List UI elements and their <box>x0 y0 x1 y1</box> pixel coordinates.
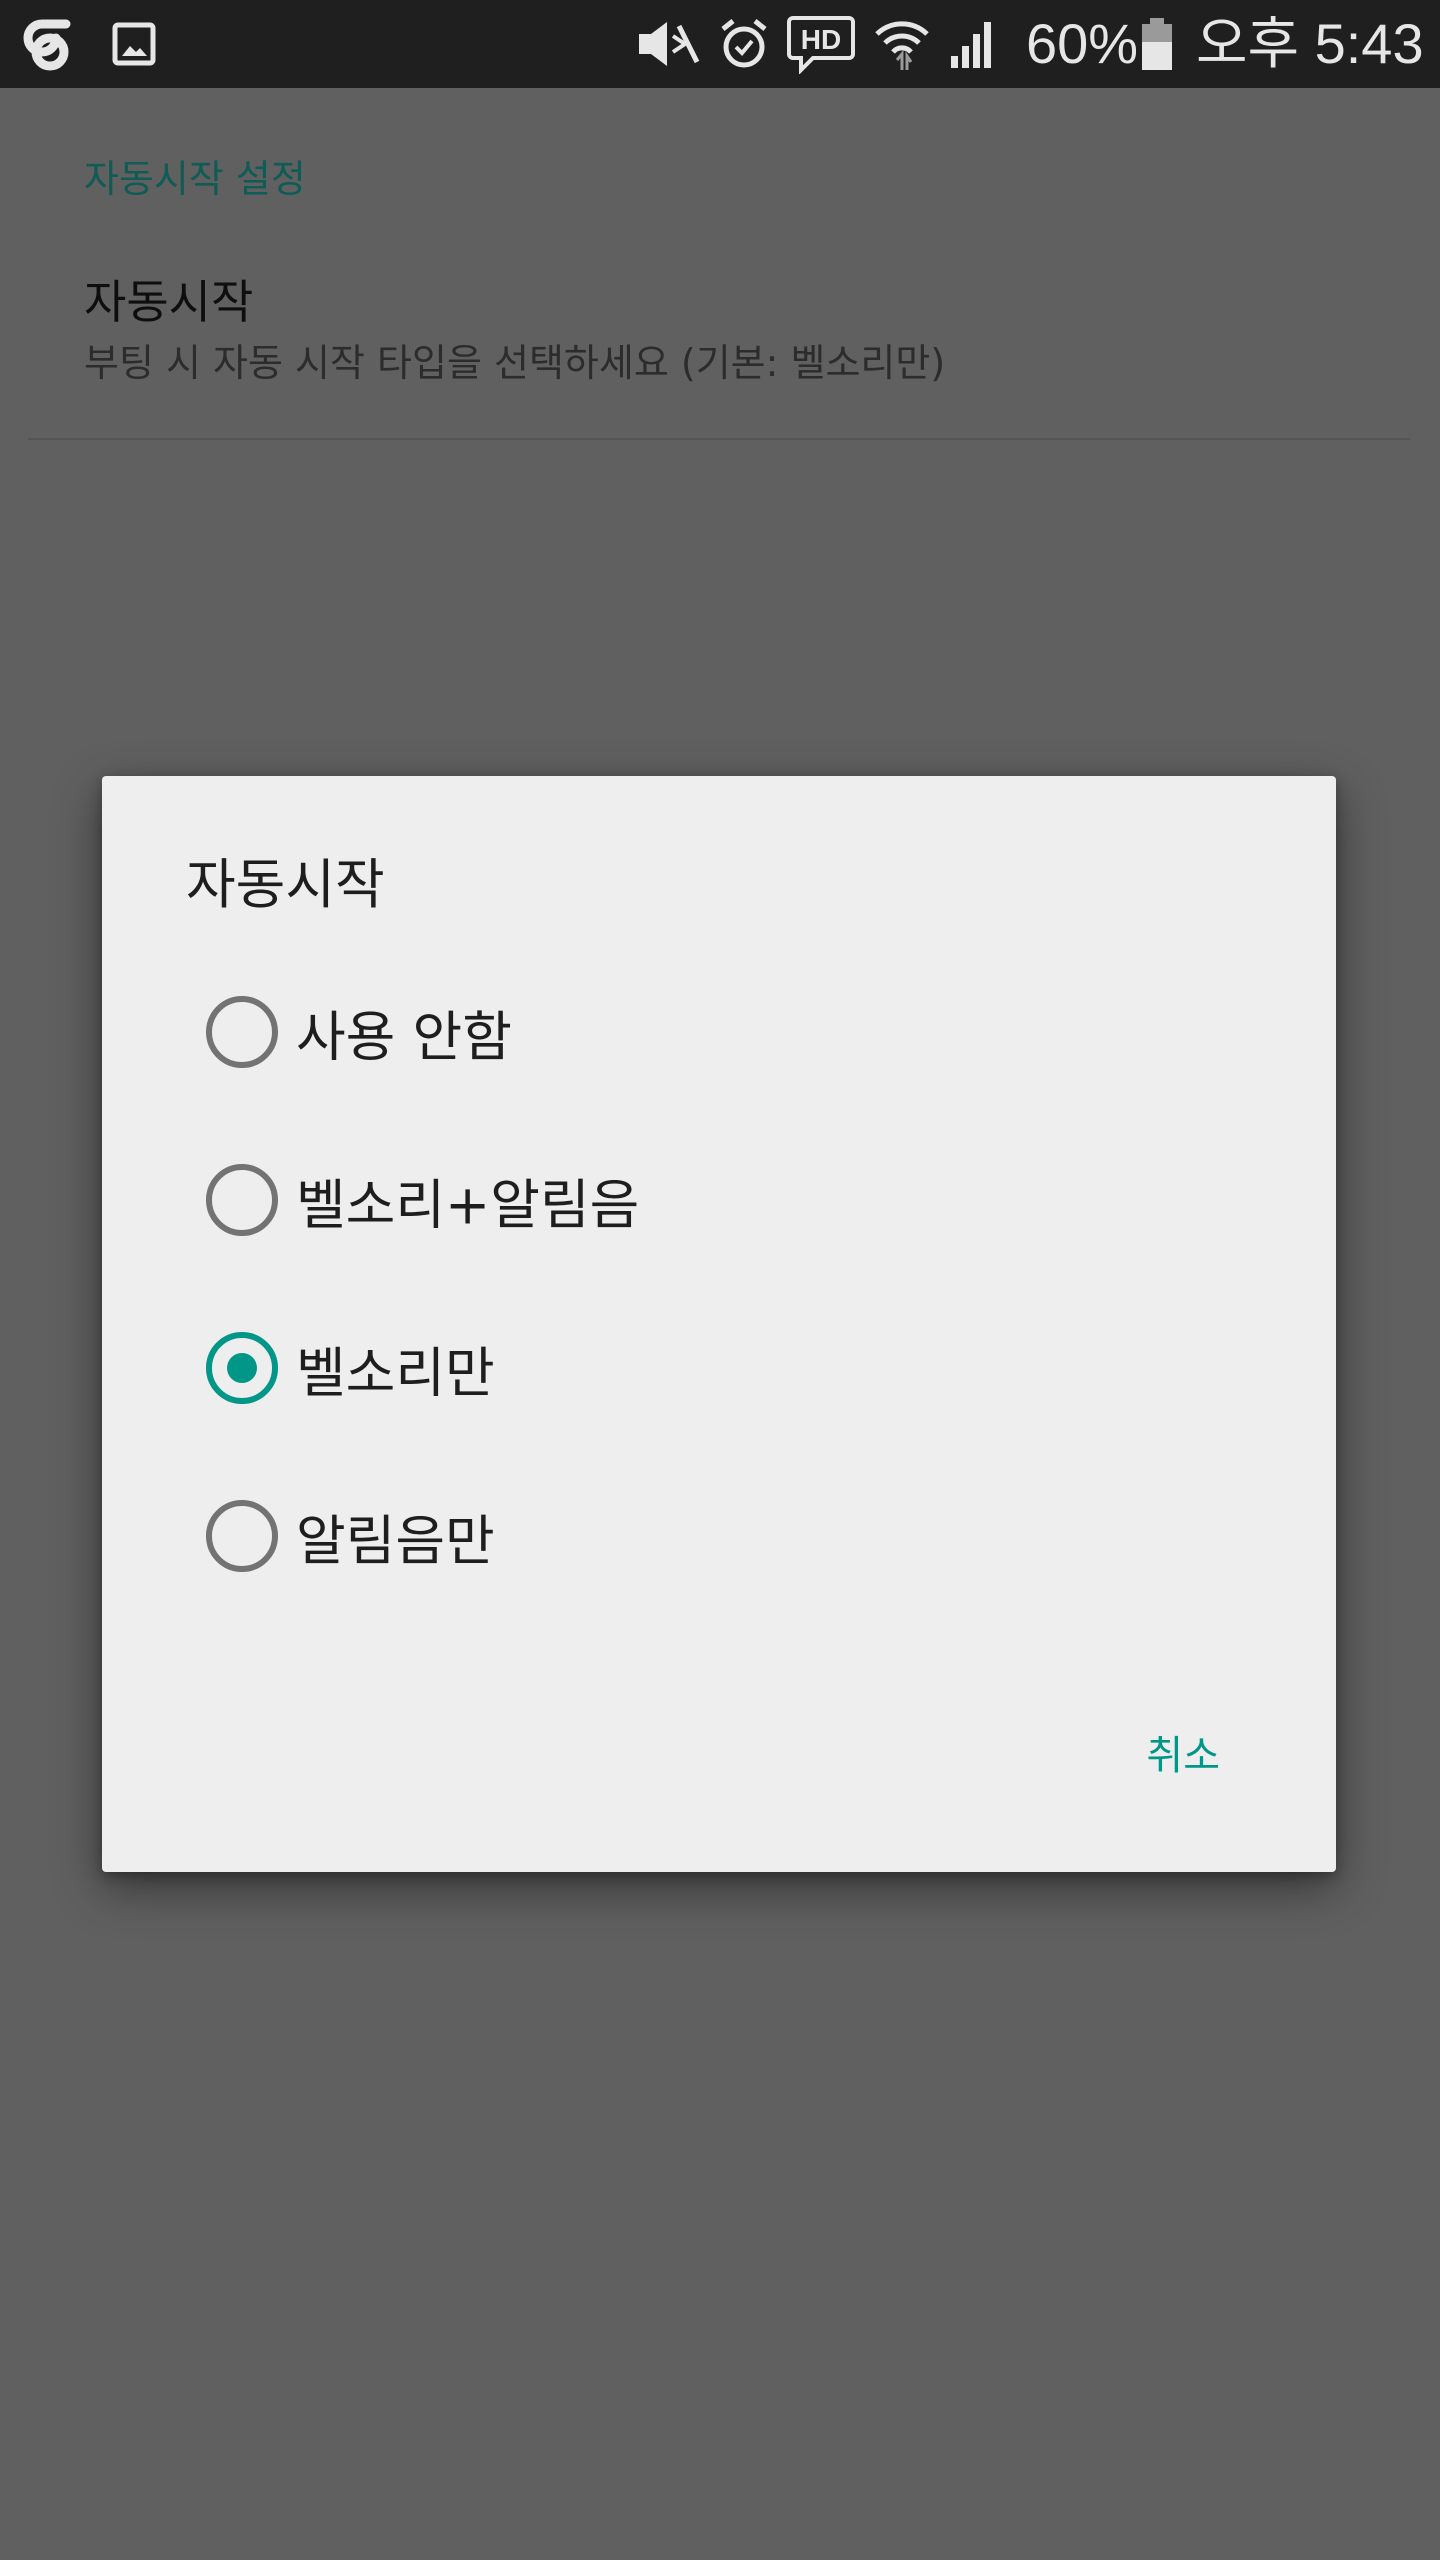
signal-icon <box>946 14 998 74</box>
wifi-icon <box>872 14 932 74</box>
option-disabled[interactable]: 사용 안함 <box>102 948 1336 1116</box>
alarm-icon <box>718 14 770 74</box>
option-notification-only[interactable]: 알림음만 <box>102 1452 1336 1620</box>
battery-percent: 60% <box>1026 12 1139 75</box>
cancel-button[interactable]: 취소 <box>1126 1716 1240 1796</box>
autostart-dialog: 자동시작 사용 안함 벨소리+알림음 벨소리만 알림음만 취소 <box>102 776 1336 1872</box>
hd-voice-icon: HD <box>786 14 856 74</box>
option-label: 벨소리+알림음 <box>296 1173 640 1237</box>
option-label: 벨소리만 <box>296 1341 495 1405</box>
option-label: 알림음만 <box>296 1509 495 1573</box>
radio-button-checked-icon[interactable] <box>206 1332 278 1404</box>
radio-button-icon[interactable] <box>206 1164 278 1236</box>
gallery-notification-icon <box>108 14 160 74</box>
option-label: 사용 안함 <box>296 1005 512 1069</box>
radio-button-icon[interactable] <box>206 996 278 1068</box>
radio-button-icon[interactable] <box>206 1500 278 1572</box>
carrier-logo-icon <box>18 14 82 74</box>
divider <box>28 438 1410 440</box>
preference-summary: 부팅 시 자동 시작 타입을 선택하세요 (기본: 벨소리만) <box>84 341 946 385</box>
svg-text:HD: HD <box>801 24 841 55</box>
autostart-preference[interactable]: 자동시작 부팅 시 자동 시작 타입을 선택하세요 (기본: 벨소리만) <box>0 88 1440 385</box>
dialog-title: 자동시작 <box>186 853 385 916</box>
clock: 오후 5:43 <box>1196 12 1424 75</box>
preference-title: 자동시작 <box>84 275 254 329</box>
option-ringtone-only[interactable]: 벨소리만 <box>102 1284 1336 1452</box>
option-ringtone-and-notification[interactable]: 벨소리+알림음 <box>102 1116 1336 1284</box>
status-bar: HD 60% 오후 5:43 <box>0 0 1440 88</box>
battery-icon <box>1140 14 1174 74</box>
mute-icon <box>632 14 704 74</box>
